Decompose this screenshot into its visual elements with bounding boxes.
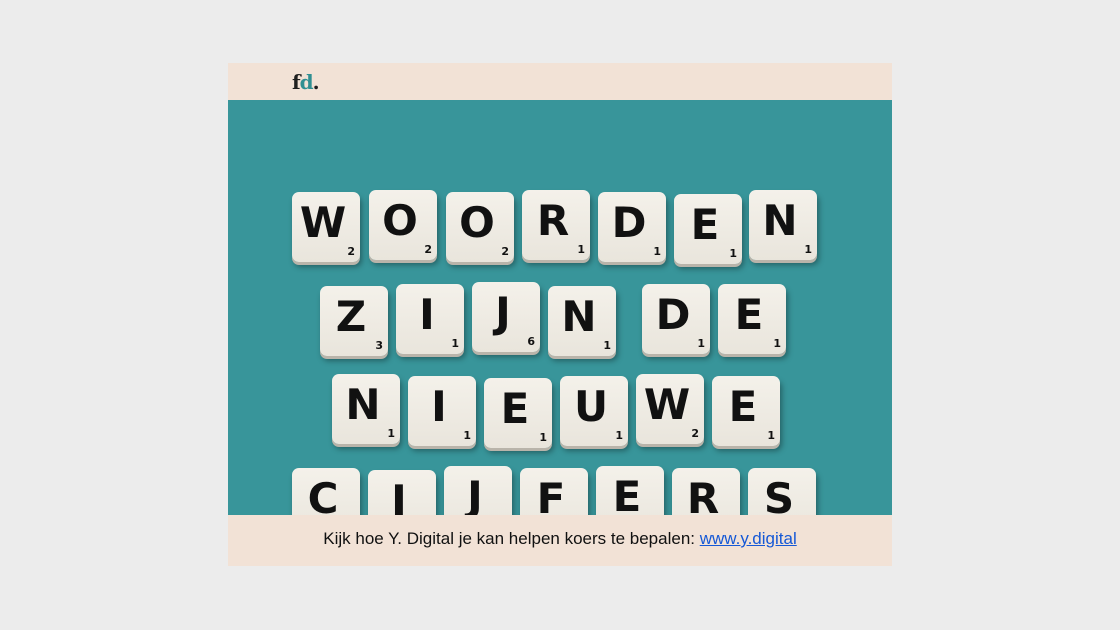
logo-dot: . [312, 70, 320, 94]
scrabble-tile: N1 [548, 286, 616, 356]
scrabble-tile: E1 [674, 194, 742, 264]
scrabble-tile: I1 [396, 284, 464, 354]
footer-bar: Kijk hoe Y. Digital je kan helpen koers … [228, 515, 892, 566]
scrabble-tile: O2 [369, 190, 437, 260]
cta-text: Kijk hoe Y. Digital je kan helpen koers … [323, 529, 695, 548]
tile-letter: O [459, 198, 495, 247]
tile-letter: E [500, 384, 530, 433]
tile-letter: I [419, 290, 435, 339]
tile-letter: D [611, 198, 647, 247]
tile-score: 2 [347, 245, 355, 258]
tile-letter: J [495, 288, 511, 337]
scrabble-tile: U1 [560, 376, 628, 446]
tile-score: 1 [653, 245, 661, 258]
tile-score: 1 [767, 429, 775, 442]
scrabble-tile: D1 [598, 192, 666, 262]
scrabble-tile: J6 [472, 282, 540, 352]
tile-score: 1 [729, 247, 737, 260]
tile-letter: O [382, 196, 418, 245]
website-link[interactable]: www.y.digital [700, 529, 797, 548]
call-to-action: Kijk hoe Y. Digital je kan helpen koers … [228, 529, 892, 549]
tile-letter: N [762, 196, 798, 245]
ad-card[interactable]: fd. W2 O2 O2 R1 D1 E1 N1 Z3 I1 J6 N1 D1 … [228, 63, 892, 566]
tile-score: 1 [804, 243, 812, 256]
tile-score: 1 [451, 337, 459, 350]
tile-score: 1 [387, 427, 395, 440]
tile-letter: J [467, 472, 483, 521]
scrabble-tile: N1 [749, 190, 817, 260]
tile-score: 2 [691, 427, 699, 440]
tile-letter: I [431, 382, 447, 431]
tile-letter: N [345, 380, 381, 429]
header-bar: fd. [228, 63, 892, 100]
scrabble-tile: N1 [332, 374, 400, 444]
tile-score: 1 [603, 339, 611, 352]
scrabble-tile: E1 [484, 378, 552, 448]
logo-d: d [299, 70, 314, 94]
scrabble-tile: D1 [642, 284, 710, 354]
tile-score: 1 [463, 429, 471, 442]
scrabble-tile: O2 [446, 192, 514, 262]
tile-score: 1 [577, 243, 585, 256]
tile-score: 1 [773, 337, 781, 350]
scrabble-tile: I1 [408, 376, 476, 446]
logo-f: f [292, 70, 301, 94]
tile-score: 1 [615, 429, 623, 442]
tile-score: 1 [539, 431, 547, 444]
scrabble-tile: W2 [292, 192, 360, 262]
scrabble-tile: W2 [636, 374, 704, 444]
fd-logo[interactable]: fd. [292, 70, 320, 94]
tile-letter: E [728, 382, 758, 431]
scrabble-tile: Z3 [320, 286, 388, 356]
tile-score: 1 [697, 337, 705, 350]
tile-score: 2 [501, 245, 509, 258]
tile-score: 3 [375, 339, 383, 352]
scrabble-board: W2 O2 O2 R1 D1 E1 N1 Z3 I1 J6 N1 D1 E1 N… [228, 100, 892, 540]
tile-score: 6 [527, 335, 535, 348]
scrabble-tile: E1 [718, 284, 786, 354]
tile-letter: E [734, 290, 764, 339]
tile-letter: R [536, 196, 570, 245]
scrabble-tile: R1 [522, 190, 590, 260]
tile-score: 2 [424, 243, 432, 256]
scrabble-tile: E1 [712, 376, 780, 446]
tile-letter: U [573, 382, 609, 431]
tile-letter: N [561, 292, 597, 341]
tile-letter: E [612, 472, 642, 521]
tile-letter: E [690, 200, 720, 249]
tile-letter: Z [335, 292, 367, 341]
tile-letter: D [655, 290, 691, 339]
tile-letter: W [643, 380, 691, 429]
tile-letter: W [299, 198, 347, 247]
